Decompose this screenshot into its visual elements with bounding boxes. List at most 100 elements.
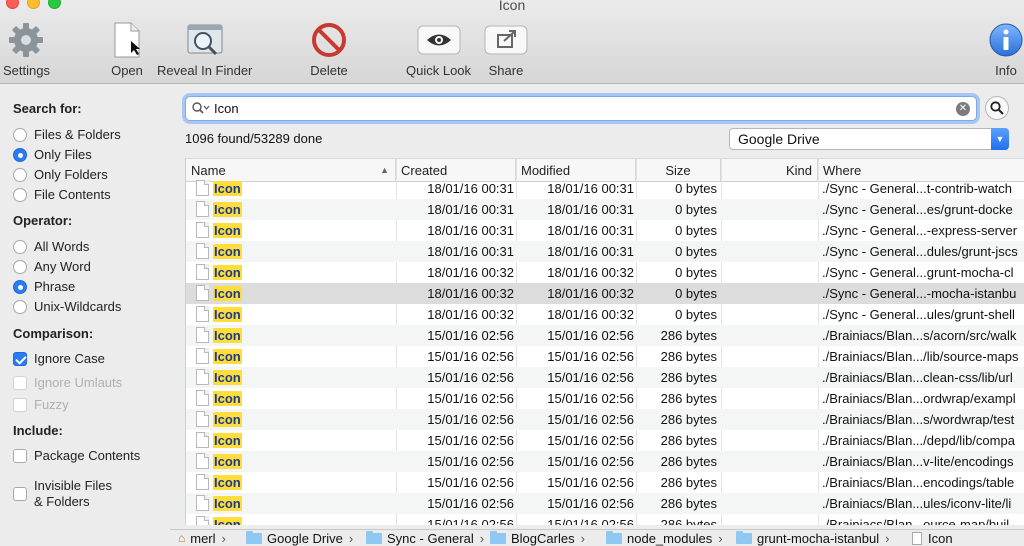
radio-icon bbox=[13, 299, 27, 314]
table-row[interactable]: Icon 18/01/16 00:32 18/01/16 00:32 0 bytes.… bbox=[186, 304, 1024, 325]
table-row[interactable]: Icon 15/01/16 02:56 15/01/16 02:56 286 byte… bbox=[186, 472, 1024, 493]
modified-date: 15/01/16 02:56 bbox=[547, 454, 634, 469]
breadcrumb-item[interactable]: Sync - General › bbox=[366, 530, 490, 546]
table-row[interactable]: Icon 18/01/16 00:31 18/01/16 00:31 0 bytes.… bbox=[186, 199, 1024, 220]
table-row[interactable]: Icon 18/01/16 00:31 18/01/16 00:31 0 bytes.… bbox=[186, 178, 1024, 199]
radio-icon bbox=[13, 127, 27, 142]
file-name: Icon bbox=[213, 391, 242, 406]
file-kind bbox=[721, 388, 816, 409]
file-name: Icon bbox=[213, 412, 242, 427]
chevron-right-icon: › bbox=[479, 531, 485, 546]
option-ignore-case[interactable]: Ignore Case bbox=[13, 351, 105, 366]
breadcrumb-item[interactable]: Google Drive › bbox=[246, 530, 359, 546]
option-only-files[interactable]: Only Files bbox=[13, 147, 92, 162]
modified-date: 15/01/16 02:56 bbox=[547, 496, 634, 511]
modified-date: 15/01/16 02:56 bbox=[547, 412, 634, 427]
option-ignore-umlauts[interactable]: Ignore Umlauts bbox=[13, 375, 122, 390]
created-date: 15/01/16 02:56 bbox=[427, 412, 514, 427]
file-location: ./Brainiacs/Blan...ource-map/buil bbox=[822, 517, 1010, 525]
file-name: Icon bbox=[213, 202, 242, 217]
file-location: ./Sync - General...es/grunt-docke bbox=[822, 202, 1013, 217]
file-size: 286 bytes bbox=[660, 349, 717, 364]
home-icon: ⌂ bbox=[178, 531, 186, 545]
search-field[interactable]: ✕ bbox=[185, 96, 977, 121]
file-location: ./Brainiacs/Blan.../lib/source-maps bbox=[822, 349, 1019, 364]
option-files-and-folders[interactable]: Files & Folders bbox=[13, 127, 121, 142]
reveal-in-finder-button[interactable]: Reveal In Finder bbox=[157, 20, 252, 78]
table-row[interactable]: Icon 18/01/16 00:32 18/01/16 00:32 0 bytes.… bbox=[186, 262, 1024, 283]
operator-heading: Operator: bbox=[13, 213, 73, 228]
table-row[interactable]: Icon 18/01/16 00:32 18/01/16 00:32 0 bytes.… bbox=[186, 283, 1024, 304]
breadcrumb-item[interactable]: ⌂ merl › bbox=[170, 530, 232, 546]
option-fuzzy[interactable]: Fuzzy bbox=[13, 397, 69, 412]
file-size: 286 bytes bbox=[660, 454, 717, 469]
document-icon bbox=[196, 474, 209, 490]
clear-search-icon[interactable]: ✕ bbox=[956, 102, 970, 116]
file-kind bbox=[721, 451, 816, 472]
file-name: Icon bbox=[213, 307, 242, 322]
file-size: 286 bytes bbox=[660, 391, 717, 406]
breadcrumb-item[interactable]: node_modules › bbox=[606, 530, 729, 546]
table-row[interactable]: Icon 15/01/16 02:56 15/01/16 02:56 286 byte… bbox=[186, 451, 1024, 472]
location-select[interactable]: Google Drive ▼ bbox=[729, 128, 1009, 150]
table-row[interactable]: Icon 15/01/16 02:56 15/01/16 02:56 286 byte… bbox=[186, 346, 1024, 367]
quick-look-label: Quick Look bbox=[406, 63, 472, 78]
document-icon bbox=[111, 20, 143, 60]
table-row[interactable]: Icon 15/01/16 02:56 15/01/16 02:56 286 byte… bbox=[186, 325, 1024, 346]
document-icon bbox=[196, 222, 209, 238]
modified-date: 15/01/16 02:56 bbox=[547, 517, 634, 525]
file-location: ./Brainiacs/Blan...v-lite/encodings bbox=[822, 454, 1014, 469]
option-unix-wildcards[interactable]: Unix-Wildcards bbox=[13, 299, 121, 314]
toolbar: Icon Settings Open Reveal In Finder Dele… bbox=[0, 0, 1024, 84]
table-row[interactable]: Icon 15/01/16 02:56 15/01/16 02:56 286 byte… bbox=[186, 388, 1024, 409]
option-file-contents[interactable]: File Contents bbox=[13, 187, 111, 202]
table-row[interactable]: Icon 15/01/16 02:56 15/01/16 02:56 286 byte… bbox=[186, 430, 1024, 451]
table-row[interactable]: Icon 15/01/16 02:56 15/01/16 02:56 286 byte… bbox=[186, 514, 1024, 525]
breadcrumb-item[interactable]: BlogCarles › bbox=[490, 530, 591, 546]
file-size: 286 bytes bbox=[660, 433, 717, 448]
settings-button[interactable]: Settings bbox=[3, 20, 50, 78]
delete-button[interactable]: Delete bbox=[310, 20, 348, 78]
file-location: ./Sync - General...-mocha-istanbu bbox=[822, 286, 1017, 301]
open-button[interactable]: Open bbox=[111, 20, 143, 78]
radio-selected-icon bbox=[13, 279, 27, 294]
document-icon bbox=[196, 327, 209, 343]
option-any-word[interactable]: Any Word bbox=[13, 259, 91, 274]
created-date: 15/01/16 02:56 bbox=[427, 391, 514, 406]
search-input[interactable] bbox=[214, 101, 944, 116]
table-row[interactable]: Icon 18/01/16 00:31 18/01/16 00:31 0 bytes.… bbox=[186, 220, 1024, 241]
file-kind bbox=[721, 241, 816, 262]
file-location: ./Brainiacs/Blan...ules/iconv-lite/li bbox=[822, 496, 1012, 511]
breadcrumb-item[interactable]: Icon bbox=[912, 530, 953, 546]
chevron-right-icon: › bbox=[885, 531, 890, 546]
table-row[interactable]: Icon 15/01/16 02:56 15/01/16 02:56 286 byte… bbox=[186, 367, 1024, 388]
gear-icon bbox=[7, 20, 45, 60]
start-search-button[interactable] bbox=[985, 96, 1009, 120]
breadcrumb-item[interactable]: grunt-mocha-istanbul › bbox=[736, 530, 895, 546]
quick-look-button[interactable]: Quick Look bbox=[406, 20, 471, 78]
radio-selected-icon bbox=[13, 147, 27, 162]
option-package-contents[interactable]: Package Contents bbox=[13, 448, 140, 463]
modified-date: 15/01/16 02:56 bbox=[547, 391, 634, 406]
option-phrase[interactable]: Phrase bbox=[13, 279, 75, 294]
table-row[interactable]: Icon 15/01/16 02:56 15/01/16 02:56 286 byte… bbox=[186, 493, 1024, 514]
comparison-heading: Comparison: bbox=[13, 326, 94, 341]
file-location: ./Sync - General...ules/grunt-shell bbox=[822, 307, 1015, 322]
created-date: 15/01/16 02:56 bbox=[427, 433, 514, 448]
option-invisible-files[interactable]: Invisible Files & Folders bbox=[13, 478, 112, 510]
modified-date: 18/01/16 00:31 bbox=[547, 181, 634, 196]
info-button[interactable]: Info bbox=[988, 20, 1024, 78]
info-icon bbox=[988, 20, 1024, 60]
file-size: 286 bytes bbox=[660, 412, 717, 427]
open-label: Open bbox=[111, 63, 143, 78]
location-value: Google Drive bbox=[738, 131, 820, 147]
window-title: Icon bbox=[498, 0, 526, 13]
modified-date: 15/01/16 02:56 bbox=[547, 349, 634, 364]
option-only-folders[interactable]: Only Folders bbox=[13, 167, 108, 182]
table-row[interactable]: Icon 15/01/16 02:56 15/01/16 02:56 286 byte… bbox=[186, 409, 1024, 430]
created-date: 18/01/16 00:32 bbox=[427, 286, 514, 301]
share-button[interactable]: Share bbox=[484, 20, 528, 78]
option-all-words[interactable]: All Words bbox=[13, 239, 89, 254]
table-row[interactable]: Icon 18/01/16 00:31 18/01/16 00:31 0 bytes.… bbox=[186, 241, 1024, 262]
document-icon bbox=[196, 411, 209, 427]
